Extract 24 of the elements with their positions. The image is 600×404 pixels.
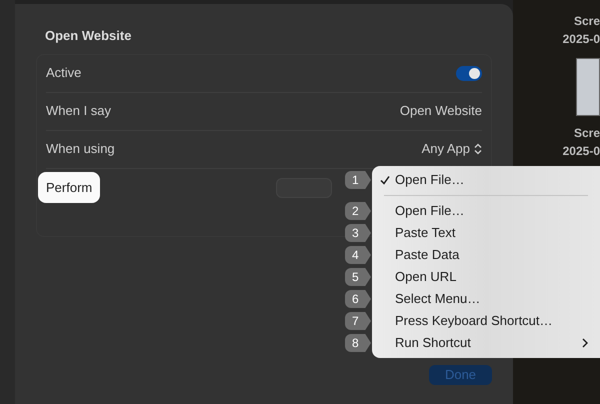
file-name: Scre xyxy=(574,125,600,142)
menu-item[interactable]: Open URL xyxy=(372,266,588,288)
phrase-value: Open Website xyxy=(400,102,482,120)
file-thumbnail[interactable] xyxy=(576,58,600,116)
menu-item[interactable]: Select Menu… xyxy=(372,288,588,310)
menu-item[interactable]: Paste Data xyxy=(372,244,588,266)
checkmark-icon xyxy=(380,175,390,185)
menu-item[interactable]: Run Shortcut xyxy=(372,332,588,354)
menu-item[interactable]: Press Keyboard Shortcut… xyxy=(372,310,588,332)
app-popup-button[interactable]: Any App xyxy=(422,139,482,159)
chevron-right-icon xyxy=(582,338,588,348)
menu-item[interactable]: Paste Text xyxy=(372,222,588,244)
file-name: Scre xyxy=(574,13,600,30)
chevron-updown-icon xyxy=(474,143,482,155)
row-label: Perform xyxy=(38,172,100,204)
row-label: When I say xyxy=(46,102,112,120)
file-date: 2025-0 xyxy=(562,143,600,160)
row-label: When using xyxy=(46,140,115,158)
row-label: Active xyxy=(46,64,82,82)
menu-item[interactable]: Open File… xyxy=(372,200,588,222)
sheet-title: Open Website xyxy=(45,27,132,45)
toggle-switch[interactable] xyxy=(456,66,482,80)
file-date: 2025-0 xyxy=(562,31,600,48)
menu-item[interactable]: Open File… xyxy=(372,169,588,191)
